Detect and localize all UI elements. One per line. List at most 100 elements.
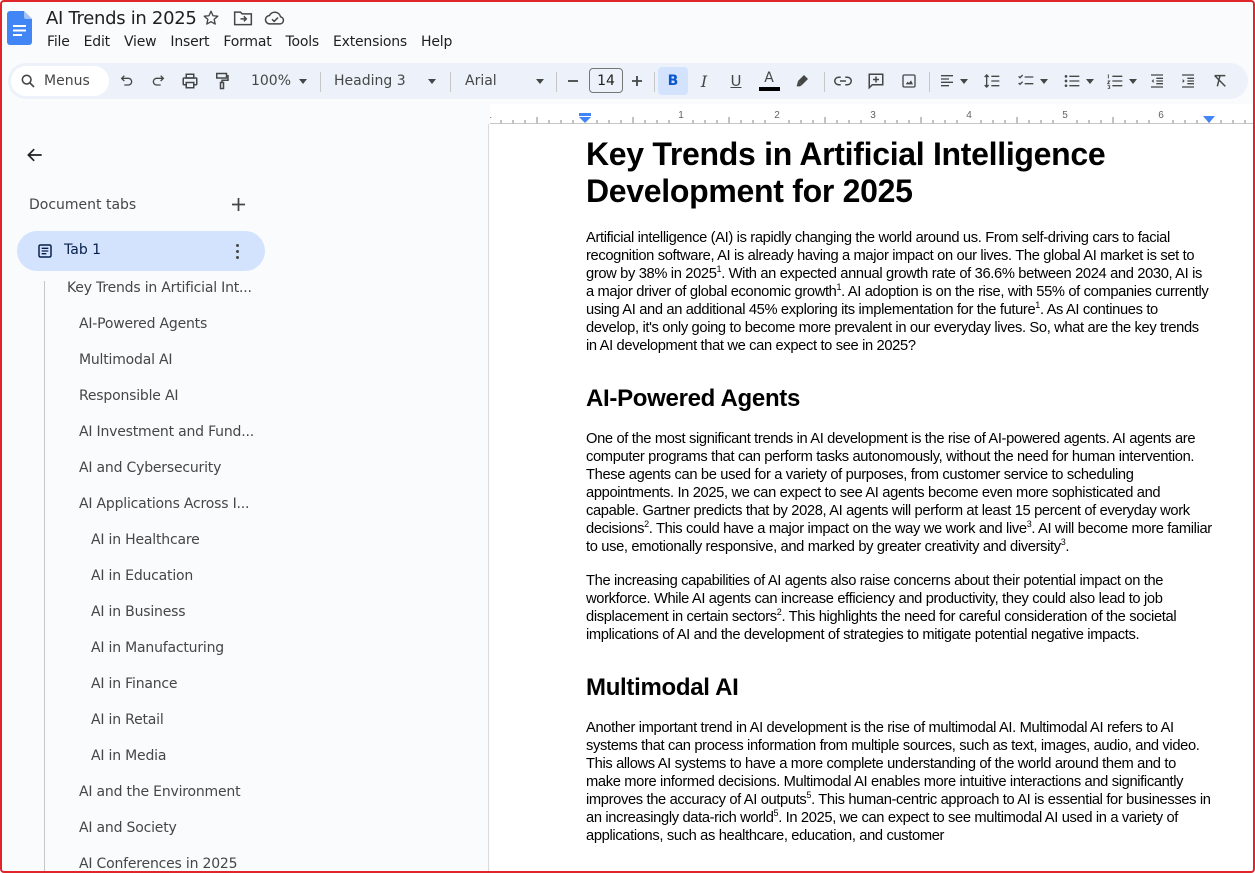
checklist-button[interactable] bbox=[1012, 67, 1052, 95]
font-family-select[interactable]: Arial bbox=[458, 67, 548, 95]
footnote-reference[interactable]: 5 bbox=[806, 790, 811, 800]
font-family-value: Arial bbox=[465, 73, 497, 89]
body-paragraph: One of the most significant trends in AI… bbox=[586, 431, 1212, 555]
menu-tools[interactable]: Tools bbox=[279, 32, 327, 52]
increase-indent-icon bbox=[1182, 74, 1194, 88]
text-color-button[interactable]: A bbox=[756, 67, 782, 95]
decrease-font-size-button[interactable] bbox=[563, 67, 583, 95]
menu-bar: File Edit View Insert Format Tools Exten… bbox=[40, 32, 459, 52]
search-icon bbox=[21, 74, 35, 88]
insert-link-button[interactable] bbox=[831, 67, 855, 95]
outline-item[interactable]: AI Conferences in 2025 bbox=[79, 856, 238, 872]
outline-item[interactable]: Key Trends in Artificial Int... bbox=[67, 280, 252, 296]
outline-item[interactable]: AI in Business bbox=[91, 604, 186, 620]
menu-file[interactable]: File bbox=[40, 32, 77, 52]
formatting-toolbar: Menus 100% Heading 3 Arial 14 B I U A bbox=[8, 63, 1248, 99]
redo-button[interactable] bbox=[147, 67, 169, 95]
link-icon bbox=[834, 76, 852, 86]
outline-item[interactable]: AI and the Environment bbox=[79, 784, 241, 800]
outline-item[interactable]: AI in Healthcare bbox=[91, 532, 200, 548]
redo-icon bbox=[152, 75, 165, 86]
menu-insert[interactable]: Insert bbox=[163, 32, 216, 52]
text-color-letter: A bbox=[764, 70, 774, 86]
align-button[interactable] bbox=[934, 67, 972, 95]
ruler-label: 3 bbox=[870, 110, 876, 121]
outline-item[interactable]: AI and Society bbox=[79, 820, 177, 836]
footnote-reference[interactable]: 5 bbox=[774, 808, 779, 818]
outline-item[interactable]: AI in Finance bbox=[91, 676, 178, 692]
paint-format-icon bbox=[216, 72, 229, 90]
outline-item[interactable]: AI in Education bbox=[91, 568, 193, 584]
clear-formatting-button[interactable] bbox=[1209, 67, 1231, 95]
bold-button[interactable]: B bbox=[658, 67, 688, 95]
paint-format-button[interactable] bbox=[211, 67, 233, 95]
zoom-select[interactable]: 100% bbox=[244, 67, 314, 95]
line-spacing-button[interactable] bbox=[980, 67, 1004, 95]
numbered-list-icon bbox=[1106, 74, 1122, 89]
menu-view[interactable]: View bbox=[117, 32, 163, 52]
docs-logo-icon[interactable] bbox=[7, 11, 32, 45]
horizontal-ruler[interactable]: 1 1 2 3 4 5 6 bbox=[490, 104, 1255, 124]
font-size-input[interactable]: 14 bbox=[589, 68, 623, 93]
footnote-reference[interactable]: 1 bbox=[1035, 300, 1040, 310]
outline-item[interactable]: AI in Retail bbox=[91, 712, 164, 728]
insert-image-button[interactable] bbox=[897, 67, 921, 95]
footnote-reference[interactable]: 3 bbox=[1027, 519, 1032, 529]
outline-item[interactable]: AI-Powered Agents bbox=[79, 316, 207, 332]
close-outline-button[interactable] bbox=[22, 142, 48, 168]
right-indent-marker[interactable] bbox=[1203, 116, 1215, 123]
undo-button[interactable] bbox=[116, 67, 138, 95]
paragraph-style-select[interactable]: Heading 3 bbox=[328, 67, 440, 95]
chevron-down-icon bbox=[299, 78, 308, 84]
outline-item[interactable]: AI Investment and Fund... bbox=[79, 424, 254, 440]
highlight-color-button[interactable] bbox=[791, 67, 813, 95]
print-button[interactable] bbox=[179, 67, 201, 95]
left-indent-marker[interactable] bbox=[579, 113, 591, 123]
document-title-heading: Key Trends in Artificial Intelligence De… bbox=[586, 136, 1106, 209]
body-paragraph: Another important trend in AI developmen… bbox=[586, 720, 1211, 844]
outline-rail bbox=[44, 281, 45, 873]
underline-button[interactable]: U bbox=[725, 67, 747, 95]
document-tab-icon bbox=[38, 244, 52, 258]
document-body[interactable]: Key Trends in Artificial Intelligence De… bbox=[586, 136, 1212, 845]
document-outline-sidebar: Document tabs Tab 1 Key Trends in Artifi… bbox=[0, 124, 489, 873]
chevron-down-icon bbox=[1128, 78, 1137, 84]
ruler-label: 4 bbox=[966, 110, 972, 121]
footnote-reference[interactable]: 2 bbox=[777, 607, 782, 617]
footnote-reference[interactable]: 3 bbox=[1061, 537, 1066, 547]
comment-add-icon bbox=[868, 73, 884, 90]
tab-1[interactable]: Tab 1 bbox=[17, 231, 265, 271]
menu-extensions[interactable]: Extensions bbox=[326, 32, 414, 52]
outline-item[interactable]: Responsible AI bbox=[79, 388, 178, 404]
more-options-icon[interactable] bbox=[229, 241, 245, 261]
increase-font-size-button[interactable] bbox=[627, 67, 647, 95]
plus-icon bbox=[632, 76, 642, 86]
search-menus-button[interactable]: Menus bbox=[11, 66, 109, 96]
menu-edit[interactable]: Edit bbox=[77, 32, 117, 52]
footnote-reference[interactable]: 2 bbox=[644, 519, 649, 529]
bulleted-list-button[interactable] bbox=[1058, 67, 1098, 95]
numbered-list-button[interactable] bbox=[1101, 67, 1141, 95]
add-tab-button[interactable] bbox=[228, 194, 248, 214]
italic-button[interactable]: I bbox=[693, 67, 715, 95]
menu-help[interactable]: Help bbox=[414, 32, 459, 52]
outline-item[interactable]: AI Applications Across I... bbox=[79, 496, 249, 512]
outline-item[interactable]: AI in Manufacturing bbox=[91, 640, 224, 656]
star-icon[interactable] bbox=[200, 8, 222, 28]
move-folder-icon[interactable] bbox=[232, 8, 254, 28]
document-title[interactable]: AI Trends in 2025 bbox=[46, 8, 197, 29]
section-heading: Multimodal AI bbox=[586, 674, 739, 701]
outline-item[interactable]: AI in Media bbox=[91, 748, 166, 764]
outline-item[interactable]: AI and Cybersecurity bbox=[79, 460, 221, 476]
footnote-reference[interactable]: 1 bbox=[717, 264, 722, 274]
footnote-reference[interactable]: 1 bbox=[837, 282, 842, 292]
decrease-indent-button[interactable] bbox=[1146, 67, 1168, 95]
ruler-label: 1 bbox=[678, 110, 684, 121]
document-canvas[interactable]: Key Trends in Artificial Intelligence De… bbox=[490, 124, 1255, 873]
section-heading: AI-Powered Agents bbox=[586, 385, 801, 412]
cloud-saved-icon[interactable] bbox=[264, 8, 286, 28]
menu-format[interactable]: Format bbox=[216, 32, 278, 52]
increase-indent-button[interactable] bbox=[1177, 67, 1199, 95]
add-comment-button[interactable] bbox=[864, 67, 888, 95]
outline-item[interactable]: Multimodal AI bbox=[79, 352, 173, 368]
